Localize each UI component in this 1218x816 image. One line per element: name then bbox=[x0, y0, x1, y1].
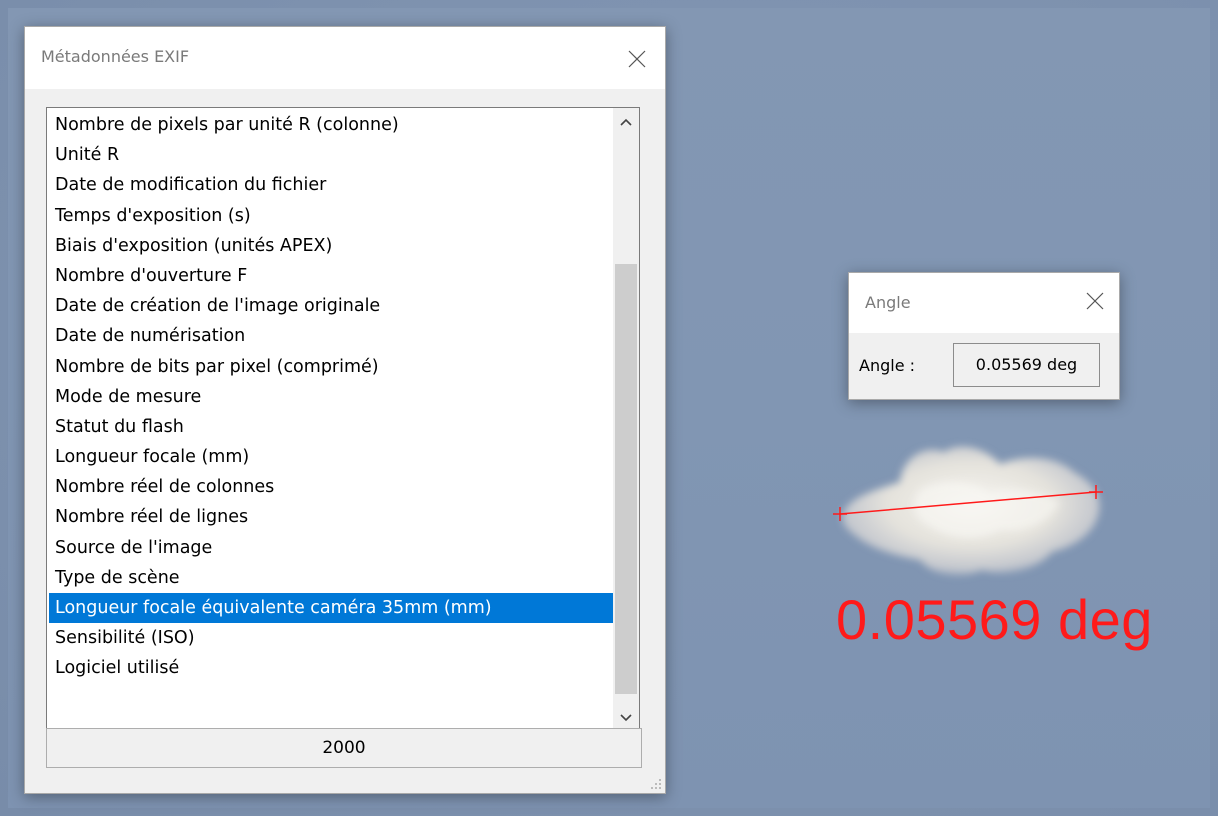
angle-titlebar[interactable]: Angle bbox=[849, 273, 1119, 333]
exif-tag-item[interactable]: Nombre de pixels par unité R (colonne) bbox=[49, 110, 613, 140]
exif-tag-item[interactable]: Date de modification du fichier bbox=[49, 170, 613, 200]
exif-tag-item[interactable]: Nombre réel de colonnes bbox=[49, 472, 613, 502]
exif-tag-item[interactable]: Mode de mesure bbox=[49, 382, 613, 412]
exif-tag-item[interactable]: Temps d'exposition (s) bbox=[49, 201, 613, 231]
cloud-photo bbox=[830, 430, 1110, 590]
angle-dialog-title: Angle bbox=[865, 293, 911, 312]
exif-titlebar[interactable]: Métadonnées EXIF bbox=[25, 27, 665, 89]
exif-close-button[interactable] bbox=[617, 39, 657, 79]
exif-tag-item[interactable]: Type de scène bbox=[49, 563, 613, 593]
screen: 0.05569 deg Métadonnées EXIF Nombre de p… bbox=[0, 0, 1218, 816]
exif-tag-listbox[interactable]: Nombre de pixels par unité R (colonne) Un… bbox=[46, 107, 640, 733]
angle-dialog: Angle Angle : 0.05569 deg bbox=[848, 272, 1120, 400]
close-icon bbox=[628, 50, 646, 68]
exif-metadata-dialog: Métadonnées EXIF Nombre de pixels par un… bbox=[24, 26, 666, 794]
exif-tag-item[interactable]: Statut du flash bbox=[49, 412, 613, 442]
exif-tag-item[interactable]: Longueur focale (mm) bbox=[49, 442, 613, 472]
angle-label: Angle : bbox=[859, 356, 916, 375]
angle-value-field: 0.05569 deg bbox=[953, 343, 1100, 387]
listbox-scrollbar[interactable] bbox=[613, 108, 639, 732]
cloud-image bbox=[833, 446, 1103, 576]
exif-tag-item[interactable]: Sensibilité (ISO) bbox=[49, 623, 613, 653]
exif-dialog-title: Métadonnées EXIF bbox=[41, 47, 190, 66]
exif-tag-list: Nombre de pixels par unité R (colonne) Un… bbox=[49, 110, 613, 684]
exif-tag-item[interactable]: Nombre réel de lignes bbox=[49, 502, 613, 532]
exif-tag-item[interactable]: Longueur focale équivalente caméra 35mm … bbox=[49, 593, 613, 624]
angle-overlay-readout: 0.05569 deg bbox=[836, 588, 1153, 651]
chevron-down-icon bbox=[620, 714, 632, 722]
exif-tag-item[interactable]: Date de création de l'image originale bbox=[49, 291, 613, 321]
scroll-up-button[interactable] bbox=[613, 108, 639, 136]
angle-close-button[interactable] bbox=[1075, 281, 1115, 321]
exif-tag-item[interactable]: Date de numérisation bbox=[49, 321, 613, 351]
chevron-up-icon bbox=[620, 118, 632, 126]
exif-tag-item[interactable]: Biais d'exposition (unités APEX) bbox=[49, 231, 613, 261]
exif-tag-item[interactable]: Source de l'image bbox=[49, 533, 613, 563]
exif-tag-item[interactable]: Unité R bbox=[49, 140, 613, 170]
exif-value-field: 2000 bbox=[46, 728, 642, 768]
scroll-thumb[interactable] bbox=[615, 264, 637, 694]
resize-grip-icon[interactable] bbox=[650, 778, 662, 790]
close-icon bbox=[1086, 292, 1104, 310]
exif-tag-item[interactable]: Logiciel utilisé bbox=[49, 653, 613, 683]
exif-tag-item[interactable]: Nombre de bits par pixel (comprimé) bbox=[49, 352, 613, 382]
exif-tag-item[interactable]: Nombre d'ouverture F bbox=[49, 261, 613, 291]
